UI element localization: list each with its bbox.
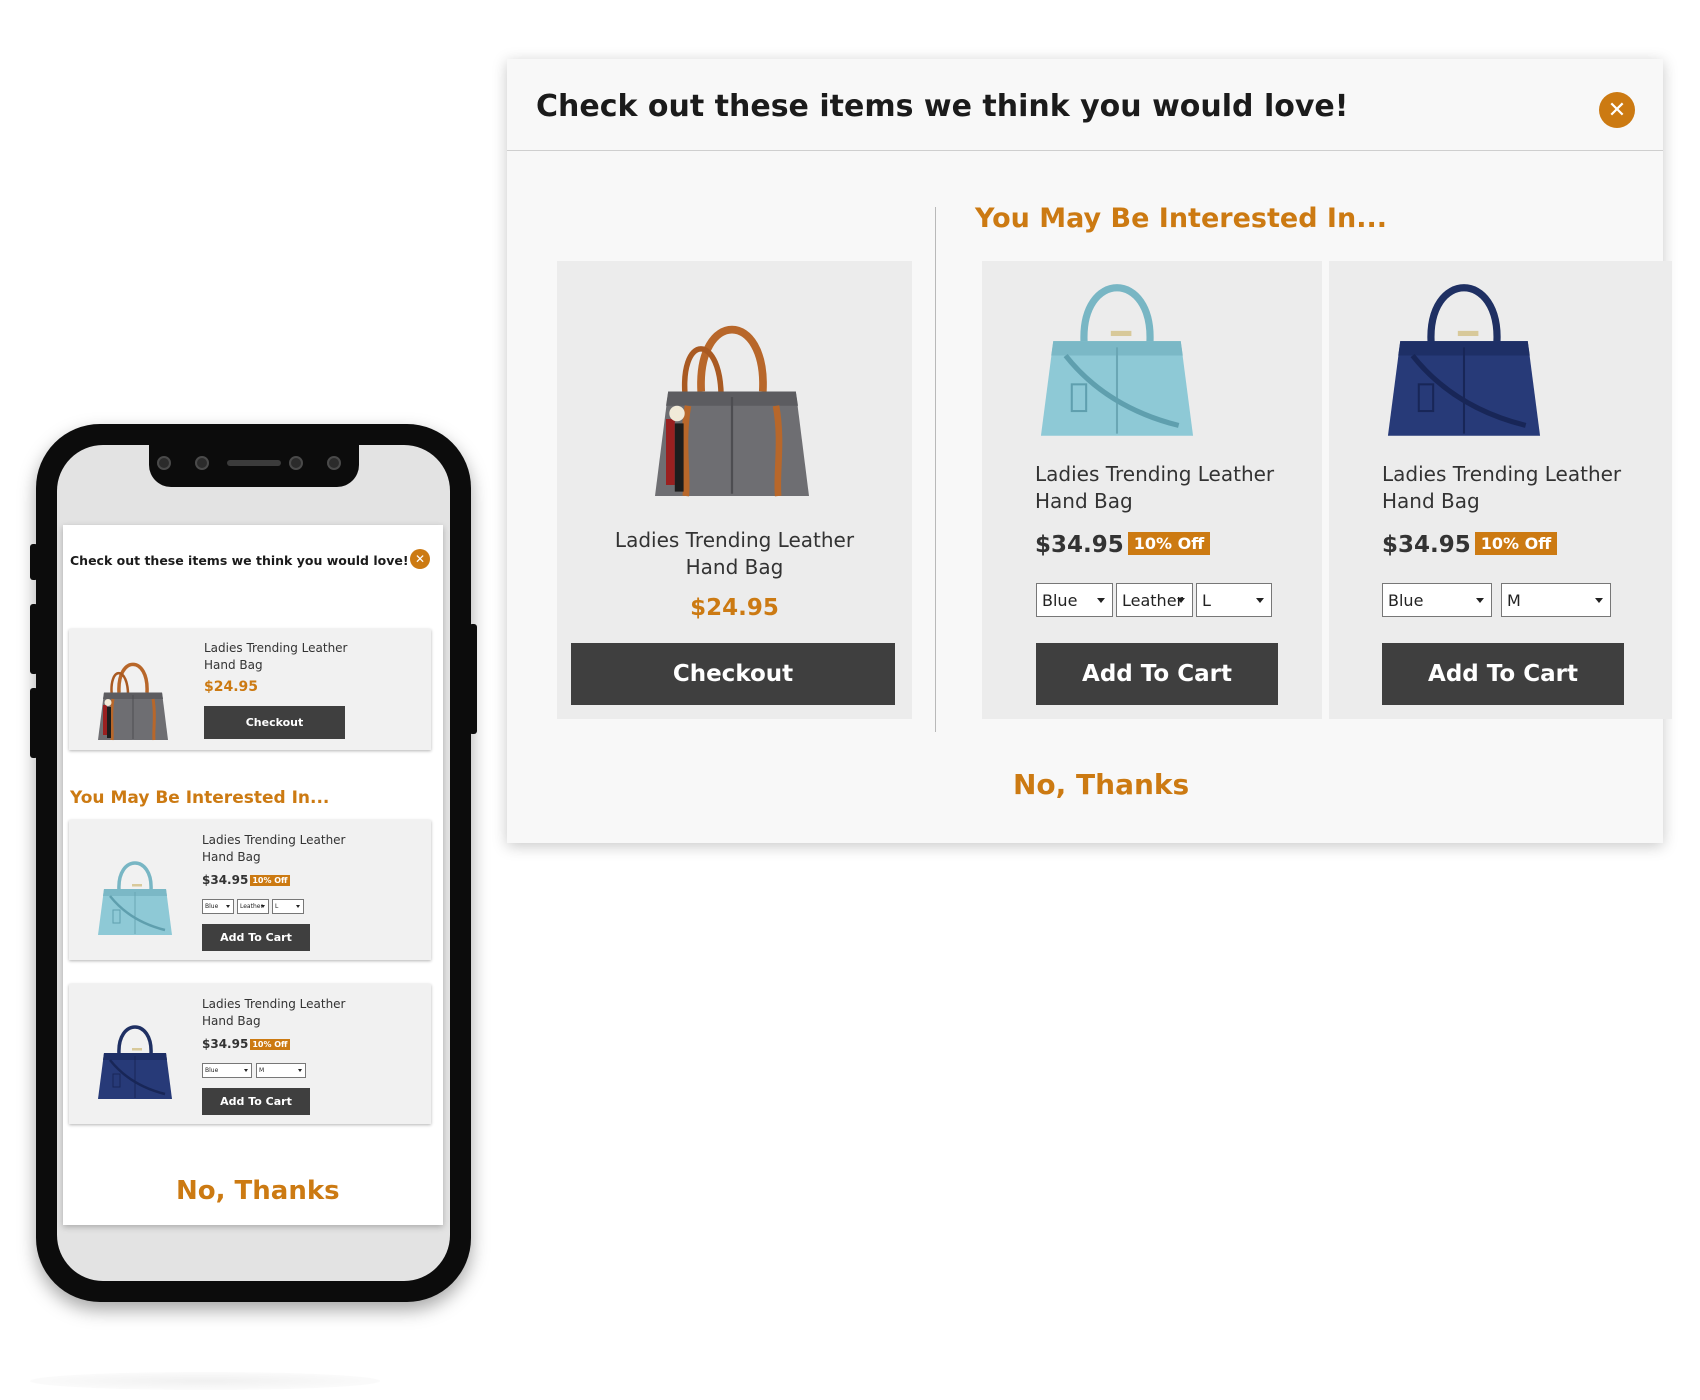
select-value: Blue (1388, 590, 1424, 610)
chevron-down-icon (1177, 598, 1185, 603)
chevron-down-icon (1256, 598, 1264, 603)
divider (935, 207, 936, 732)
phone-side-button (30, 688, 38, 758)
discount-badge: 10% Off (250, 875, 290, 886)
material-select[interactable]: Leather (1116, 583, 1193, 617)
stage: Check out these items we think you would… (0, 0, 1700, 1400)
recommendation-card-2: Ladies Trending Leather Hand Bag $34.95 1… (69, 984, 431, 1124)
chevron-down-icon (244, 1069, 248, 1072)
select-value: Blue (1042, 590, 1078, 610)
select-value: Leather (1122, 590, 1184, 610)
checkout-button[interactable]: Checkout (571, 643, 895, 705)
phone-notch (149, 445, 359, 487)
popup-title: Check out these items we think you would… (536, 89, 1349, 124)
discount-badge: 10% Off (250, 1039, 290, 1050)
checkout-button[interactable]: Checkout (204, 706, 345, 739)
size-select[interactable]: M (256, 1063, 306, 1078)
product-price: $34.95 10% Off (1035, 532, 1211, 558)
color-select[interactable]: Blue (1036, 583, 1113, 617)
navy-handbag-image (1379, 261, 1549, 446)
phone-side-button (469, 624, 477, 734)
main-product-card: Ladies Trending Leather Hand Bag $24.95 … (557, 261, 912, 719)
phone-screen: Check out these items we think you would… (57, 445, 450, 1281)
product-name: Ladies Trending Leather Hand Bag (204, 641, 348, 672)
phone-side-button (30, 604, 38, 674)
chevron-down-icon (298, 1069, 302, 1072)
product-name: Ladies Trending Leather Hand Bag (202, 833, 346, 864)
color-select[interactable]: Blue (1382, 583, 1492, 617)
size-select[interactable]: L (1196, 583, 1272, 617)
discount-badge: 10% Off (1474, 532, 1558, 555)
no-thanks-link[interactable]: No, Thanks (176, 1176, 340, 1206)
price-value: $34.95 (202, 1037, 249, 1051)
chevron-down-icon (1097, 598, 1105, 603)
product-price: $24.95 (690, 595, 779, 621)
main-product-card: Ladies Trending Leather Hand Bag $24.95 … (69, 629, 431, 750)
size-select[interactable]: M (1501, 583, 1611, 617)
recommendation-card-2: Ladies Trending Leather Hand Bag $34.95 1… (1329, 261, 1672, 719)
light-blue-handbag-image (95, 850, 175, 940)
add-to-cart-button[interactable]: Add To Cart (202, 924, 310, 951)
chevron-down-icon (226, 905, 230, 908)
select-value: Blue (205, 903, 219, 910)
speaker-icon (227, 460, 281, 466)
close-icon: ✕ (1607, 97, 1627, 123)
price-value: $34.95 (1035, 532, 1124, 558)
product-name: Ladies Trending Leather Hand Bag (1382, 462, 1622, 513)
select-value: M (259, 1067, 265, 1074)
chevron-down-icon (1595, 598, 1603, 603)
add-to-cart-button[interactable]: Add To Cart (1036, 643, 1278, 705)
add-to-cart-button[interactable]: Add To Cart (1382, 643, 1624, 705)
recommendations-heading: You May Be Interested In... (975, 203, 1387, 234)
sensor-icon (195, 456, 209, 470)
chevron-down-icon (1476, 598, 1484, 603)
phone-side-button (30, 544, 38, 580)
price-value: $34.95 (1382, 532, 1471, 558)
gray-handbag-image (93, 645, 173, 745)
select-value: L (275, 903, 279, 910)
no-thanks-link[interactable]: No, Thanks (1013, 768, 1189, 801)
chevron-down-icon (261, 905, 265, 908)
product-name: Ladies Trending Leather Hand Bag (1035, 462, 1275, 513)
chevron-down-icon (296, 905, 300, 908)
sensor-icon (289, 456, 303, 470)
close-button[interactable]: ✕ (410, 549, 430, 569)
desktop-popup: Check out these items we think you would… (507, 59, 1672, 843)
size-select[interactable]: L (272, 899, 304, 914)
mobile-popup: Check out these items we think you would… (63, 525, 443, 1225)
product-price: $34.95 10% Off (1382, 532, 1558, 558)
product-name: Ladies Trending Leather Hand Bag (614, 528, 855, 579)
camera-icon (157, 456, 171, 470)
discount-badge: 10% Off (1127, 532, 1211, 555)
product-price: $34.95 10% Off (202, 1037, 290, 1051)
color-select[interactable]: Blue (202, 899, 234, 914)
select-value: Leather (240, 903, 263, 910)
popup-header: Check out these items we think you would… (507, 59, 1663, 151)
price-value: $34.95 (202, 873, 249, 887)
popup-title: Check out these items we think you would… (70, 553, 409, 568)
gray-handbag-image (642, 287, 822, 507)
light-blue-handbag-image (1032, 261, 1202, 446)
close-icon: ✕ (414, 552, 426, 566)
product-price: $24.95 (204, 679, 259, 695)
add-to-cart-button[interactable]: Add To Cart (202, 1088, 310, 1115)
select-value: L (1202, 590, 1211, 610)
close-button[interactable]: ✕ (1599, 92, 1635, 128)
product-price: $34.95 10% Off (202, 873, 290, 887)
material-select[interactable]: Leather (237, 899, 269, 914)
select-value: M (1507, 590, 1521, 610)
recommendations-heading: You May Be Interested In... (70, 788, 330, 808)
navy-handbag-image (95, 1014, 175, 1104)
phone-frame: Check out these items we think you would… (30, 424, 477, 1302)
recommendation-card-1: Ladies Trending Leather Hand Bag $34.95 1… (982, 261, 1322, 719)
select-value: Blue (205, 1067, 219, 1074)
product-name: Ladies Trending Leather Hand Bag (202, 997, 346, 1028)
floor-shadow (30, 1372, 380, 1390)
recommendation-card-1: Ladies Trending Leather Hand Bag $34.95 1… (69, 820, 431, 960)
color-select[interactable]: Blue (202, 1063, 252, 1078)
camera-icon (327, 456, 341, 470)
